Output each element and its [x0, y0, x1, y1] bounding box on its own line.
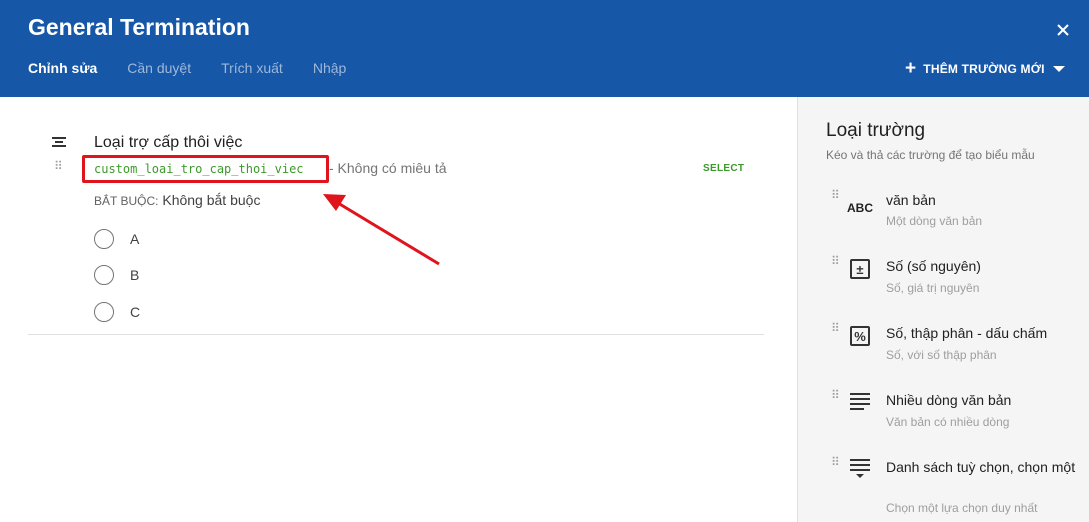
field-type-icon	[52, 137, 66, 149]
option-item: B	[94, 265, 139, 285]
option-label: C	[130, 304, 141, 320]
field-type-name: Số, thập phân - dấu chấm	[886, 325, 1048, 341]
radio-button[interactable]	[94, 302, 114, 322]
field-type-text[interactable]: ⠿ ABC văn bản Một dòng văn bản	[826, 189, 1086, 241]
caret-down-icon	[1052, 66, 1065, 72]
option-label: B	[130, 267, 140, 283]
plus-icon: +	[905, 58, 917, 79]
field-type-desc: Số, với số thập phân	[886, 348, 997, 362]
tab-edit[interactable]: Chỉnh sửa	[28, 60, 97, 76]
form-editor: ⠿ Loại trợ cấp thôi việc custom_loai_tro…	[0, 97, 797, 522]
field-type-decimal[interactable]: ⠿ % Số, thập phân - dấu chấm Số, với số …	[826, 322, 1086, 374]
close-icon[interactable]	[1053, 20, 1073, 40]
drag-handle-icon[interactable]: ⠿	[831, 189, 841, 201]
page-title: General Termination	[28, 14, 250, 40]
tab-import[interactable]: Nhập	[313, 60, 346, 76]
drag-handle-icon[interactable]: ⠿	[831, 255, 841, 267]
plus-minus-box-icon: ±	[848, 257, 872, 281]
multiline-text-icon	[848, 391, 872, 415]
drag-handle-icon[interactable]: ⠿	[831, 389, 841, 401]
field-type-integer[interactable]: ⠿ ± Số (số nguyên) Số, giá trị nguyên	[826, 255, 1086, 307]
add-field-label: THÊM TRƯỜNG MỚI	[923, 62, 1045, 76]
field-types-sidebar: Loại trường Kéo và thả các trường để tạo…	[797, 97, 1089, 522]
field-type-tag: SELECT	[703, 163, 745, 174]
drag-handle-icon[interactable]: ⠿	[54, 160, 64, 172]
radio-button[interactable]	[94, 265, 114, 285]
required-status: BẮT BUỘC: Không bắt buộc	[94, 192, 260, 208]
field-label: Loại trợ cấp thôi việc	[94, 134, 243, 151]
field-type-name: văn bản	[886, 192, 936, 208]
app-header: General Termination Chỉnh sửa Cần duyệt …	[0, 0, 1089, 97]
field-type-name: Danh sách tuỳ chọn, chọn một	[886, 459, 1076, 475]
sidebar-subtitle: Kéo và thả các trường để tạo biểu mẫu	[826, 148, 1035, 162]
field-type-desc: Văn bản có nhiều dòng	[886, 415, 1010, 429]
field-type-name: Số (số nguyên)	[886, 258, 981, 274]
radio-button[interactable]	[94, 229, 114, 249]
field-key: custom_loai_tro_cap_thoi_viec	[82, 155, 329, 183]
sidebar-title: Loại trường	[826, 120, 926, 141]
field-type-desc: Chọn một lựa chọn duy nhất	[886, 501, 1038, 515]
field-card[interactable]: ⠿ Loại trợ cấp thôi việc custom_loai_tro…	[28, 97, 764, 335]
required-key: BẮT BUỘC:	[94, 194, 159, 208]
field-description: - Không có miêu tả	[329, 160, 447, 176]
option-item: A	[94, 229, 139, 249]
field-type-desc: Một dòng văn bản	[886, 214, 983, 228]
percent-box-icon: %	[848, 324, 872, 348]
option-label: A	[130, 231, 140, 247]
select-list-icon	[848, 458, 872, 482]
abc-icon: ABC	[847, 201, 873, 215]
tab-export[interactable]: Trích xuất	[221, 60, 283, 76]
required-value: Không bắt buộc	[162, 192, 261, 208]
option-item: C	[94, 302, 140, 322]
field-type-select-one[interactable]: ⠿ Danh sách tuỳ chọn, chọn một Chọn một …	[826, 456, 1086, 522]
field-type-desc: Số, giá trị nguyên	[886, 281, 980, 295]
tab-bar: Chỉnh sửa Cần duyệt Trích xuất Nhập	[28, 60, 376, 76]
field-type-name: Nhiều dòng văn bản	[886, 392, 1012, 408]
tab-review[interactable]: Cần duyệt	[127, 60, 191, 76]
drag-handle-icon[interactable]: ⠿	[831, 456, 841, 468]
field-type-multiline[interactable]: ⠿ Nhiều dòng văn bản Văn bản có nhiều dò…	[826, 389, 1086, 441]
add-field-button[interactable]: + THÊM TRƯỜNG MỚI	[905, 58, 1065, 79]
drag-handle-icon[interactable]: ⠿	[831, 322, 841, 334]
